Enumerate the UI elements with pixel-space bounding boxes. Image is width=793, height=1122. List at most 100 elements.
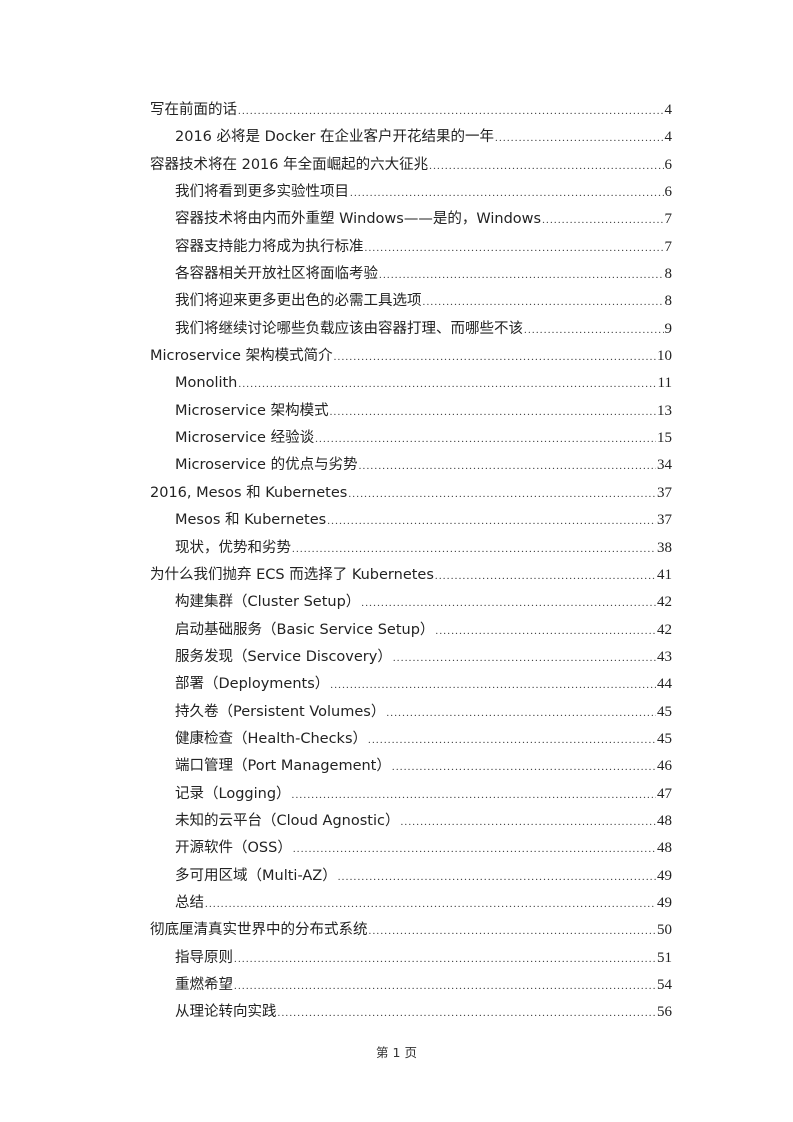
toc-section-entry[interactable]: Monolith 11 [150, 370, 672, 397]
toc-entry-title[interactable]: 从理论转向实践 [175, 999, 277, 1026]
toc-section-entry[interactable]: 现状，优势和劣势 38 [150, 535, 672, 562]
toc-section-entry[interactable]: 构建集群（Cluster Setup） 42 [150, 589, 672, 616]
toc-section-entry[interactable]: 指导原则 51 [150, 945, 672, 972]
toc-entry-title[interactable]: Microservice 经验谈 [175, 425, 314, 452]
toc-entry-title[interactable]: 指导原则 [175, 945, 233, 972]
toc-entry-page-number[interactable]: 8 [665, 288, 673, 315]
toc-section-entry[interactable]: 2016 必将是 Docker 在企业客户开花结果的一年 4 [150, 124, 672, 151]
toc-entry-title[interactable]: 我们将迎来更多更出色的必需工具选项 [175, 288, 422, 315]
toc-entry-page-number[interactable]: 49 [657, 890, 672, 917]
toc-entry-title[interactable]: Monolith [175, 370, 237, 397]
toc-section-entry[interactable]: Mesos 和 Kubernetes 37 [150, 507, 672, 534]
toc-section-entry[interactable]: Microservice 架构模式 13 [150, 398, 672, 425]
toc-entry-page-number[interactable]: 10 [657, 343, 672, 370]
toc-section-entry[interactable]: 容器技术将由内而外重塑 Windows——是的，Windows 7 [150, 206, 672, 233]
toc-entry-title[interactable]: 未知的云平台（Cloud Agnostic） [175, 808, 399, 835]
toc-entry-title[interactable]: 彻底厘清真实世界中的分布式系统 [150, 917, 368, 944]
toc-entry-title[interactable]: 启动基础服务（Basic Service Setup） [175, 617, 434, 644]
toc-entry-page-number[interactable]: 46 [657, 753, 672, 780]
toc-entry-page-number[interactable]: 42 [657, 617, 672, 644]
toc-entry-title[interactable]: 重燃希望 [175, 972, 233, 999]
toc-entry-page-number[interactable]: 49 [657, 863, 672, 890]
toc-section-entry[interactable]: 开源软件（OSS） 48 [150, 835, 672, 862]
toc-chapter-entry[interactable]: 2016, Mesos 和 Kubernetes 37 [150, 480, 672, 507]
toc-entry-page-number[interactable]: 48 [657, 835, 672, 862]
toc-section-entry[interactable]: 部署（Deployments） 44 [150, 671, 672, 698]
toc-section-entry[interactable]: 我们将继续讨论哪些负载应该由容器打理、而哪些不该 9 [150, 316, 672, 343]
toc-section-entry[interactable]: 端口管理（Port Management） 46 [150, 753, 672, 780]
toc-entry-page-number[interactable]: 56 [657, 999, 672, 1026]
toc-entry-title[interactable]: 持久卷（Persistent Volumes） [175, 699, 385, 726]
toc-entry-page-number[interactable]: 4 [665, 97, 673, 124]
toc-entry-page-number[interactable]: 37 [657, 507, 672, 534]
toc-entry-page-number[interactable]: 15 [657, 425, 672, 452]
toc-entry-title[interactable]: 部署（Deployments） [175, 671, 329, 698]
toc-entry-title[interactable]: 容器支持能力将成为执行标准 [175, 234, 364, 261]
toc-entry-title[interactable]: 构建集群（Cluster Setup） [175, 589, 360, 616]
toc-entry-title[interactable]: 总结 [175, 890, 204, 917]
toc-entry-page-number[interactable]: 42 [657, 589, 672, 616]
toc-entry-page-number[interactable]: 38 [657, 535, 672, 562]
toc-entry-page-number[interactable]: 9 [665, 316, 673, 343]
toc-entry-page-number[interactable]: 7 [665, 234, 673, 261]
toc-entry-title[interactable]: 开源软件（OSS） [175, 835, 292, 862]
toc-section-entry[interactable]: 健康检查（Health-Checks） 45 [150, 726, 672, 753]
toc-entry-title[interactable]: Microservice 架构模式 [175, 398, 329, 425]
toc-entry-title[interactable]: 现状，优势和劣势 [175, 535, 291, 562]
toc-entry-title[interactable]: 写在前面的话 [150, 97, 237, 124]
toc-section-entry[interactable]: 从理论转向实践 56 [150, 999, 672, 1026]
toc-entry-page-number[interactable]: 6 [665, 152, 673, 179]
toc-section-entry[interactable]: Microservice 的优点与劣势 34 [150, 452, 672, 479]
toc-section-entry[interactable]: 多可用区域（Multi-AZ） 49 [150, 863, 672, 890]
toc-section-entry[interactable]: 服务发现（Service Discovery） 43 [150, 644, 672, 671]
toc-entry-page-number[interactable]: 34 [657, 452, 672, 479]
toc-section-entry[interactable]: 未知的云平台（Cloud Agnostic） 48 [150, 808, 672, 835]
toc-entry-page-number[interactable]: 47 [657, 781, 672, 808]
toc-section-entry[interactable]: 重燃希望 54 [150, 972, 672, 999]
toc-entry-page-number[interactable]: 48 [657, 808, 672, 835]
toc-section-entry[interactable]: 我们将迎来更多更出色的必需工具选项 8 [150, 288, 672, 315]
toc-entry-title[interactable]: 我们将继续讨论哪些负载应该由容器打理、而哪些不该 [175, 316, 523, 343]
toc-entry-page-number[interactable]: 45 [657, 726, 672, 753]
toc-entry-page-number[interactable]: 45 [657, 699, 672, 726]
toc-section-entry[interactable]: 启动基础服务（Basic Service Setup） 42 [150, 617, 672, 644]
toc-entry-page-number[interactable]: 51 [657, 945, 672, 972]
toc-entry-title[interactable]: 记录（Logging） [175, 781, 291, 808]
toc-entry-page-number[interactable]: 41 [657, 562, 672, 589]
toc-chapter-entry[interactable]: 容器技术将在 2016 年全面崛起的六大征兆 6 [150, 152, 672, 179]
toc-section-entry[interactable]: 持久卷（Persistent Volumes） 45 [150, 699, 672, 726]
toc-entry-page-number[interactable]: 54 [657, 972, 672, 999]
toc-section-entry[interactable]: 记录（Logging） 47 [150, 781, 672, 808]
toc-entry-title[interactable]: 端口管理（Port Management） [175, 753, 391, 780]
toc-entry-title[interactable]: Microservice 的优点与劣势 [175, 452, 358, 479]
toc-chapter-entry[interactable]: 彻底厘清真实世界中的分布式系统 50 [150, 917, 672, 944]
toc-section-entry[interactable]: 我们将看到更多实验性项目 6 [150, 179, 672, 206]
toc-entry-page-number[interactable]: 44 [657, 671, 672, 698]
toc-entry-page-number[interactable]: 7 [665, 206, 673, 233]
toc-section-entry[interactable]: 总结 49 [150, 890, 672, 917]
toc-section-entry[interactable]: 各容器相关开放社区将面临考验 8 [150, 261, 672, 288]
toc-entry-title[interactable]: 容器技术将在 2016 年全面崛起的六大征兆 [150, 152, 428, 179]
toc-entry-title[interactable]: Microservice 架构模式简介 [150, 343, 333, 370]
toc-entry-title[interactable]: 多可用区域（Multi-AZ） [175, 863, 337, 890]
toc-entry-page-number[interactable]: 50 [657, 917, 672, 944]
toc-entry-page-number[interactable]: 43 [657, 644, 672, 671]
toc-entry-title[interactable]: 2016 必将是 Docker 在企业客户开花结果的一年 [175, 124, 494, 151]
toc-chapter-entry[interactable]: 写在前面的话 4 [150, 97, 672, 124]
toc-entry-page-number[interactable]: 11 [658, 370, 672, 397]
toc-entry-title[interactable]: 为什么我们抛弃 ECS 而选择了 Kubernetes [150, 562, 434, 589]
toc-section-entry[interactable]: 容器支持能力将成为执行标准 7 [150, 234, 672, 261]
toc-entry-title[interactable]: 服务发现（Service Discovery） [175, 644, 392, 671]
toc-entry-title[interactable]: 健康检查（Health-Checks） [175, 726, 367, 753]
toc-entry-page-number[interactable]: 6 [665, 179, 673, 206]
toc-entry-title[interactable]: 我们将看到更多实验性项目 [175, 179, 349, 206]
toc-entry-page-number[interactable]: 37 [657, 480, 672, 507]
toc-section-entry[interactable]: Microservice 经验谈 15 [150, 425, 672, 452]
toc-chapter-entry[interactable]: 为什么我们抛弃 ECS 而选择了 Kubernetes 41 [150, 562, 672, 589]
toc-entry-title[interactable]: 2016, Mesos 和 Kubernetes [150, 480, 347, 507]
toc-entry-title[interactable]: Mesos 和 Kubernetes [175, 507, 326, 534]
toc-entry-title[interactable]: 各容器相关开放社区将面临考验 [175, 261, 378, 288]
toc-entry-page-number[interactable]: 8 [665, 261, 673, 288]
toc-entry-page-number[interactable]: 13 [657, 398, 672, 425]
toc-chapter-entry[interactable]: Microservice 架构模式简介 10 [150, 343, 672, 370]
